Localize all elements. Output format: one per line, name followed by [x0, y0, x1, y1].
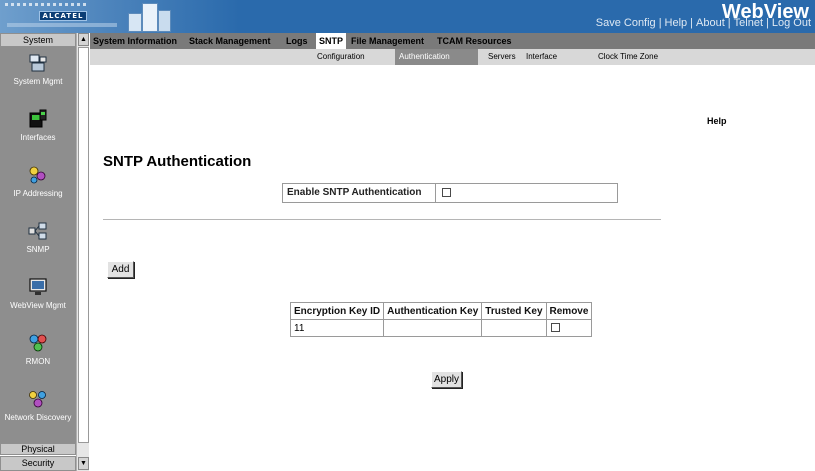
rmon-icon	[29, 334, 47, 352]
sidebar: System System Mgmt Interfaces IP Address…	[0, 33, 90, 471]
table-row: 11	[289, 319, 593, 337]
webview-mgmt-icon	[29, 278, 47, 295]
network-discovery-icon	[29, 391, 46, 408]
enable-sntp-auth-checkbox[interactable]	[442, 188, 451, 197]
tab-tcam-resources[interactable]: TCAM Resources	[434, 33, 515, 49]
primary-tabs: System Information Stack Management Logs…	[90, 33, 815, 49]
sidebar-item-system-mgmt[interactable]: System Mgmt	[0, 49, 76, 105]
tab-system-information[interactable]: System Information	[90, 33, 180, 49]
tab-authentication[interactable]: Authentication	[395, 49, 478, 65]
cell-auth-key	[383, 319, 483, 337]
enable-sntp-auth-label: Enable SNTP Authentication	[287, 187, 422, 198]
system-mgmt-icon	[29, 54, 47, 72]
cell-remove	[545, 319, 593, 337]
enable-sntp-auth-row: Enable SNTP Authentication	[282, 183, 618, 203]
snmp-icon	[28, 222, 47, 240]
col-trusted-key: Trusted Key	[481, 302, 547, 320]
apply-button[interactable]: Apply	[431, 371, 462, 388]
telnet-link[interactable]: Telnet	[734, 17, 763, 29]
help-link[interactable]: Help	[665, 17, 688, 29]
tab-interface[interactable]: Interface	[522, 49, 561, 65]
secondary-tabs: Configuration Authentication Servers Int…	[90, 49, 815, 65]
col-remove: Remove	[545, 302, 593, 320]
tab-clock-time-zone[interactable]: Clock Time Zone	[594, 49, 662, 65]
sidebar-item-snmp[interactable]: SNMP	[0, 217, 76, 273]
alcatel-logo: ALCATEL	[3, 2, 123, 30]
sidebar-item-network-discovery[interactable]: Network Discovery	[0, 385, 76, 441]
tab-file-management[interactable]: File Management	[348, 33, 427, 49]
logout-link[interactable]: Log Out	[772, 17, 811, 29]
col-authentication-key: Authentication Key	[383, 302, 483, 320]
keys-table: Encryption Key ID Authentication Key Tru…	[289, 302, 593, 337]
row-divider	[435, 184, 436, 202]
about-link[interactable]: About	[696, 17, 725, 29]
col-encryption-key-id: Encryption Key ID	[289, 302, 385, 320]
scroll-up-icon[interactable]: ▲	[78, 33, 89, 46]
page-title: SNTP Authentication	[103, 153, 252, 170]
tab-logs[interactable]: Logs	[283, 33, 311, 49]
sidebar-item-rmon[interactable]: RMON	[0, 329, 76, 385]
tab-configuration[interactable]: Configuration	[313, 49, 369, 65]
table-header-row: Encryption Key ID Authentication Key Tru…	[289, 302, 593, 320]
save-config-link[interactable]: Save Config	[596, 17, 656, 29]
webview-window: ALCATEL WebView Save Config | Help | About | T…	[0, 0, 815, 471]
tab-stack-management[interactable]: Stack Management	[186, 33, 274, 49]
sidebar-item-webview-mgmt[interactable]: WebView Mgmt	[0, 273, 76, 329]
ip-addressing-icon	[29, 166, 46, 184]
scroll-thumb[interactable]	[78, 47, 89, 443]
sidebar-label: Interfaces	[20, 133, 56, 142]
top-links: Save Config | Help | About | Telnet | Log Out	[595, 17, 811, 29]
interfaces-icon	[29, 109, 47, 128]
logo-tagline	[7, 23, 117, 27]
sidebar-security[interactable]: Security	[0, 456, 76, 471]
scroll-down-icon[interactable]: ▼	[78, 457, 89, 470]
logo-text: ALCATEL	[39, 11, 87, 21]
sidebar-label: IP Addressing	[13, 189, 63, 198]
sidebar-title[interactable]: System	[0, 33, 76, 47]
building-icon	[128, 1, 172, 32]
logo-dots	[3, 2, 121, 10]
sidebar-body: System Mgmt Interfaces IP Addressing SNM…	[0, 47, 76, 443]
sidebar-label: System Mgmt	[13, 77, 63, 86]
help-label[interactable]: Help	[707, 116, 727, 126]
remove-checkbox[interactable]	[550, 323, 560, 332]
section-divider	[103, 219, 661, 220]
add-button[interactable]: Add	[107, 261, 134, 278]
tab-sntp[interactable]: SNTP	[316, 33, 347, 49]
sidebar-label: WebView Mgmt	[10, 301, 66, 310]
sidebar-label: SNMP	[26, 245, 50, 254]
sidebar-label: Network Discovery	[4, 413, 72, 422]
tab-servers[interactable]: Servers	[484, 49, 520, 65]
sidebar-scrollbar[interactable]: ▲ ▼	[76, 33, 89, 471]
sidebar-item-interfaces[interactable]: Interfaces	[0, 105, 76, 161]
sidebar-physical[interactable]: Physical	[0, 443, 76, 455]
cell-key-id: 11	[289, 319, 385, 337]
sidebar-label: RMON	[25, 357, 51, 366]
cell-trusted	[481, 319, 547, 337]
header-bar: ALCATEL WebView Save Config | Help | About | T…	[0, 0, 815, 33]
sidebar-item-ip-addressing[interactable]: IP Addressing	[0, 161, 76, 217]
